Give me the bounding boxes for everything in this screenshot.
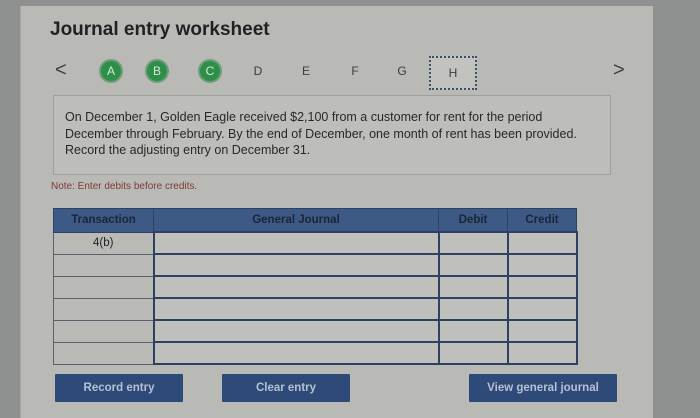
transaction-header: Transaction [53, 208, 154, 233]
account-input[interactable] [152, 319, 440, 343]
clear-entry-button[interactable]: Clear entry [222, 374, 350, 402]
debit-input[interactable] [437, 319, 509, 343]
view-general-journal-button[interactable]: View general journal [469, 374, 617, 402]
step-g[interactable]: G [392, 61, 412, 81]
step-c[interactable]: C [200, 61, 220, 81]
account-input[interactable] [152, 297, 440, 321]
table-row [53, 297, 578, 321]
step-b[interactable]: B [147, 61, 167, 81]
record-entry-button[interactable]: Record entry [55, 374, 183, 402]
transaction-cell [53, 275, 154, 299]
credit-header: Credit [507, 208, 577, 233]
transaction-cell [53, 319, 154, 343]
credit-input[interactable] [506, 275, 578, 299]
general-journal-header: General Journal [153, 208, 439, 233]
credit-input[interactable] [506, 297, 578, 321]
journal-table: Transaction General Journal Debit Credit… [53, 208, 578, 365]
problem-description: On December 1, Golden Eagle received $2,… [53, 95, 611, 175]
transaction-cell [53, 253, 154, 277]
transaction-cell [53, 297, 154, 321]
table-row: 4(b) [53, 231, 578, 255]
account-input[interactable] [152, 253, 440, 277]
instruction-note: Note: Enter debits before credits. [51, 181, 198, 192]
table-row [53, 275, 578, 299]
step-a[interactable]: A [101, 61, 121, 81]
debit-input[interactable] [437, 275, 509, 299]
credit-input[interactable] [506, 253, 578, 277]
table-row [53, 341, 578, 365]
page-title: Journal entry worksheet [50, 19, 270, 40]
account-input[interactable] [152, 275, 440, 299]
table-row [53, 253, 578, 277]
account-input[interactable] [152, 341, 440, 365]
debit-header: Debit [438, 208, 508, 233]
step-e[interactable]: E [296, 61, 316, 81]
credit-input[interactable] [506, 231, 578, 255]
debit-input[interactable] [437, 231, 509, 255]
step-h[interactable]: H [429, 56, 477, 90]
debit-input[interactable] [437, 253, 509, 277]
step-d[interactable]: D [248, 61, 268, 81]
transaction-cell [53, 341, 154, 365]
prev-arrow-icon[interactable]: < [55, 60, 67, 80]
account-input[interactable] [152, 231, 440, 255]
transaction-cell: 4(b) [53, 231, 154, 255]
credit-input[interactable] [506, 319, 578, 343]
step-f[interactable]: F [345, 61, 365, 81]
journal-header-row: Transaction General Journal Debit Credit [53, 208, 577, 233]
next-arrow-icon[interactable]: > [613, 60, 625, 80]
debit-input[interactable] [437, 297, 509, 321]
table-row [53, 319, 578, 343]
debit-input[interactable] [437, 341, 509, 365]
credit-input[interactable] [506, 341, 578, 365]
